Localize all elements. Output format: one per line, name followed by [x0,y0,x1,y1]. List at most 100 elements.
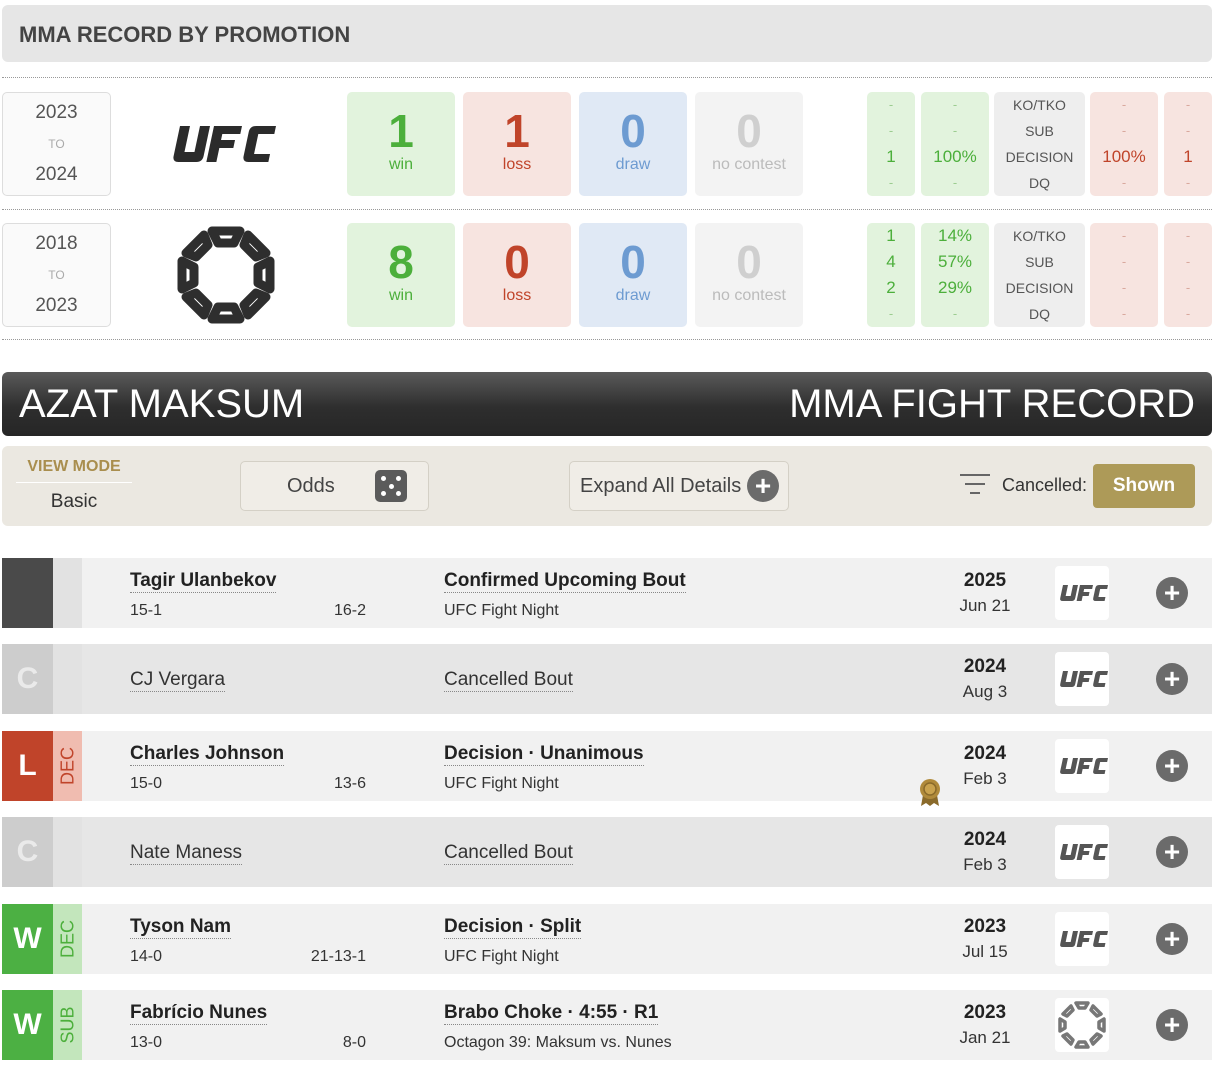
fight-year: 2025 [963,570,1007,591]
loss-label: loss [502,287,532,304]
expand-all-details-button[interactable]: Expand All Details + [569,461,789,511]
filter-icon[interactable] [960,474,990,496]
view-mode-selector[interactable]: Basic [16,491,132,513]
expand-fight-button[interactable]: + [1156,750,1188,782]
opponent-link[interactable]: Tyson Nam [130,915,232,939]
win-method-counts: - - 1 - [867,92,915,196]
method-value: - [952,123,958,138]
method-value: 57% [937,252,973,271]
draw-label: draw [615,156,651,173]
no-contest-box: 0 no contest [695,92,803,196]
loss-count-box: 1 loss [463,92,571,196]
result-badge [2,558,53,628]
opponent-link[interactable]: Tagir Ulanbekov [130,569,277,593]
opponent-record: 14-0 [130,948,163,965]
fight-year: 2024 [963,656,1007,677]
opponent-link[interactable]: Fabrício Nunes [130,1001,268,1025]
fight-year: 2024 [963,743,1007,764]
method-value: 1 [886,226,896,245]
year-start: 2018 [35,233,78,254]
fight-date: Aug 3 [962,682,1008,701]
method-badge [53,644,82,714]
loss-count: 0 [504,236,530,288]
method-value: - [1185,97,1191,112]
method-value: 29% [937,278,973,297]
fight-year: 2023 [963,1002,1007,1023]
method-value: - [1121,228,1127,243]
method-value: 1 [886,147,896,166]
win-method-counts: 1 4 2 - [867,223,915,327]
method-label: KO/TKO [1013,228,1066,244]
method-text: SUB [57,1006,77,1044]
method-value: - [888,123,894,138]
loss-count: 1 [504,105,530,157]
cancelled-shown-toggle[interactable]: Shown [1093,464,1195,508]
expand-fight-button[interactable]: + [1156,923,1188,955]
expand-fight-button[interactable]: + [1156,836,1188,868]
fight-record-title-bar: AZAT MAKSUM MMA FIGHT RECORD [2,372,1212,436]
loss-method-percents: - - 100% - [1090,92,1158,196]
dice-icon [375,470,407,502]
method-value: 100% [1102,147,1146,166]
opponent-record: 13-0 [130,1034,163,1051]
method-value: - [1121,254,1127,269]
promotion-row-octagon: 2018 TO 2023 8 win 0 loss 0 draw 0 no co… [0,223,1216,329]
fighter-record: 16-2 [333,602,366,619]
method-badge: SUB [53,990,82,1060]
plus-icon: + [747,470,779,502]
opponent-link[interactable]: CJ Vergara [130,668,226,692]
medal-icon [920,779,940,806]
loss-method-counts: - - 1 - [1164,92,1212,196]
draw-count-box: 0 draw [579,223,687,327]
result-badge: C [2,644,53,714]
method-value: - [1121,123,1127,138]
method-value: - [888,306,894,321]
octagon-league-logo[interactable] [160,223,295,327]
odds-toggle-button[interactable]: Odds [240,461,429,511]
bout-detail-link[interactable]: Brabo Choke · 4:55 · R1 [444,1001,659,1025]
result-badge: C [2,817,53,887]
method-value: - [1121,280,1127,295]
ufc-logo[interactable] [1055,739,1109,793]
method-value: - [1185,123,1191,138]
octagon-league-logo[interactable] [1055,998,1109,1052]
method-value: 4 [886,252,896,271]
method-value: 2 [886,278,896,297]
promotion-section-title: MMA RECORD BY PROMOTION [2,5,1212,62]
bout-detail-link[interactable]: Confirmed Upcoming Bout [444,569,686,593]
method-value: - [952,175,958,190]
method-value: - [888,97,894,112]
method-value: - [1185,280,1191,295]
method-label: DECISION [1005,149,1074,165]
ufc-logo[interactable] [160,92,295,196]
fight-row: W DEC Tyson Nam 14-0 21-13-1 Decision · … [2,904,1212,974]
method-labels: KO/TKO SUB DECISION DQ [994,92,1085,196]
bout-detail-link[interactable]: Decision · Unanimous [444,742,644,766]
ufc-logo[interactable] [1055,566,1109,620]
fight-date: Jun 21 [959,596,1011,615]
event-name: UFC Fight Night [444,602,559,619]
ufc-logo[interactable] [1055,825,1109,879]
win-count: 1 [388,105,414,157]
fighter-name: AZAT MAKSUM [19,382,305,426]
fight-date: Jan 21 [959,1028,1011,1047]
year-to: TO [48,268,65,282]
draw-count-box: 0 draw [579,92,687,196]
ufc-logo[interactable] [1055,652,1109,706]
bout-detail-link[interactable]: Cancelled Bout [444,668,573,692]
method-label: DECISION [1005,280,1074,296]
odds-label: Odds [287,475,335,497]
loss-label: loss [502,156,532,173]
method-badge: DEC [53,731,82,801]
win-count-box: 8 win [347,223,455,327]
method-value: - [1185,228,1191,243]
ufc-logo[interactable] [1055,912,1109,966]
bout-detail-link[interactable]: Cancelled Bout [444,841,573,865]
expand-fight-button[interactable]: + [1156,663,1188,695]
expand-fight-button[interactable]: + [1156,1009,1188,1041]
expand-fight-button[interactable]: + [1156,577,1188,609]
year-range: 2018 TO 2023 [2,223,111,327]
opponent-link[interactable]: Nate Maness [130,841,242,865]
bout-detail-link[interactable]: Decision · Split [444,915,582,939]
opponent-link[interactable]: Charles Johnson [130,742,285,766]
